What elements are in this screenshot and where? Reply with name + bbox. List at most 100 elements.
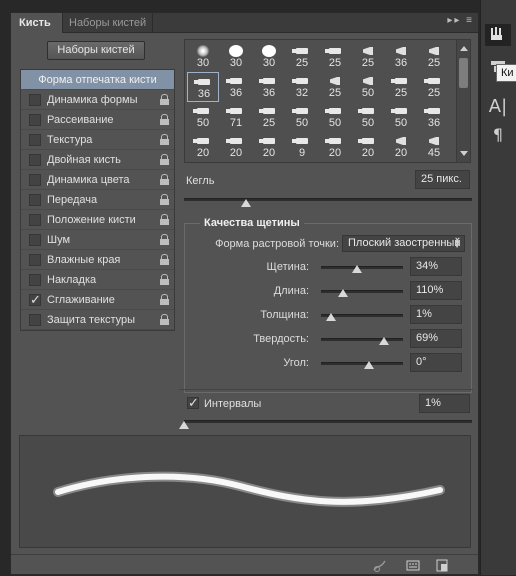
scroll-up-icon[interactable] — [460, 46, 468, 51]
lock-icon[interactable] — [159, 274, 170, 286]
scroll-down-icon[interactable] — [460, 151, 468, 156]
lock-icon[interactable] — [159, 254, 170, 266]
brush-tip[interactable]: 9 — [286, 132, 318, 162]
grid-icon[interactable] — [406, 559, 420, 572]
option-checkbox[interactable] — [29, 274, 41, 286]
brush-tip[interactable]: 25 — [319, 72, 351, 102]
brush-tip[interactable]: 50 — [385, 102, 417, 132]
brush-tip[interactable]: 36 — [187, 72, 219, 102]
tips-scrollbar[interactable] — [456, 40, 470, 162]
bristle-param-slider-thumb[interactable] — [364, 361, 374, 369]
option-checkbox[interactable] — [29, 234, 41, 246]
paragraph-panel-icon[interactable]: ¶ — [485, 124, 511, 146]
option-checkbox[interactable] — [29, 174, 41, 186]
bristle-param-slider[interactable] — [321, 266, 403, 269]
option-item[interactable]: Рассеивание — [21, 110, 174, 130]
option-item[interactable]: Сглаживание — [21, 290, 174, 310]
panel-menu-icon[interactable]: ▸▸ ≡ — [447, 15, 474, 26]
brush-panel-icon[interactable] — [485, 24, 511, 46]
option-checkbox[interactable] — [29, 214, 41, 226]
scroll-thumb[interactable] — [459, 58, 468, 88]
brush-tip[interactable]: 30 — [220, 42, 252, 72]
option-item[interactable]: Накладка — [21, 270, 174, 290]
brush-tip[interactable]: 36 — [385, 42, 417, 72]
brush-tip[interactable]: 20 — [385, 132, 417, 162]
bristle-param-slider[interactable] — [321, 362, 403, 365]
brush-tip[interactable]: 25 — [385, 72, 417, 102]
brush-tip[interactable]: 20 — [187, 132, 219, 162]
brush-tip[interactable]: 20 — [220, 132, 252, 162]
option-checkbox[interactable] — [29, 154, 41, 166]
tab-brush-presets[interactable]: Наборы кистей — [63, 13, 153, 33]
bristle-param-slider-thumb[interactable] — [379, 337, 389, 345]
lock-icon[interactable] — [159, 154, 170, 166]
brush-tip[interactable]: 50 — [187, 102, 219, 132]
brush-tip[interactable]: 71 — [220, 102, 252, 132]
tab-brush[interactable]: Кисть — [11, 13, 63, 33]
brush-tip[interactable]: 32 — [286, 72, 318, 102]
brush-tip[interactable]: 36 — [418, 102, 450, 132]
brush-tip[interactable]: 50 — [286, 102, 318, 132]
bristle-param-field[interactable]: 0° — [410, 353, 462, 372]
option-checkbox[interactable] — [29, 292, 41, 308]
lock-icon[interactable] — [159, 134, 170, 146]
intervals-slider-thumb[interactable] — [179, 421, 189, 429]
character-panel-icon[interactable]: A| — [485, 96, 511, 118]
lock-icon[interactable] — [159, 174, 170, 186]
bristle-param-field[interactable]: 34% — [410, 257, 462, 276]
option-checkbox[interactable] — [29, 94, 41, 106]
bristle-param-field[interactable]: 110% — [410, 281, 462, 300]
option-item[interactable]: Динамика формы — [21, 90, 174, 110]
brush-tip[interactable]: 30 — [187, 42, 219, 72]
bristle-param-slider[interactable] — [321, 290, 403, 293]
size-slider[interactable] — [184, 198, 472, 201]
size-field[interactable]: 25 пикс. — [415, 170, 470, 189]
brush-tip[interactable]: 25 — [418, 72, 450, 102]
brush-tip[interactable]: 25 — [286, 42, 318, 72]
brush-tip[interactable]: 25 — [319, 42, 351, 72]
bristle-param-slider-thumb[interactable] — [326, 313, 336, 321]
raster-tip-select[interactable]: Плоский заостренный ▲ ▼ — [342, 235, 465, 252]
brush-tip[interactable]: 20 — [319, 132, 351, 162]
intervals-field[interactable]: 1% — [419, 394, 470, 413]
option-item[interactable]: Динамика цвета — [21, 170, 174, 190]
option-item[interactable]: Защита текстуры — [21, 310, 174, 330]
brush-tip[interactable]: 50 — [352, 72, 384, 102]
toggle-bristle-preview-icon[interactable] — [373, 559, 387, 572]
brush-tip[interactable]: 30 — [253, 42, 285, 72]
option-item[interactable]: Текстура — [21, 130, 174, 150]
brush-tip[interactable]: 25 — [418, 42, 450, 72]
bristle-param-field[interactable]: 1% — [410, 305, 462, 324]
option-checkbox[interactable] — [29, 194, 41, 206]
brush-tip[interactable]: 50 — [319, 102, 351, 132]
bristle-param-slider-thumb[interactable] — [352, 265, 362, 273]
lock-icon[interactable] — [159, 214, 170, 226]
lock-icon[interactable] — [159, 234, 170, 246]
bristle-param-slider[interactable] — [321, 338, 403, 341]
option-item[interactable]: Положение кисти — [21, 210, 174, 230]
lock-icon[interactable] — [159, 114, 170, 126]
option-item[interactable]: Передача — [21, 190, 174, 210]
brush-tip[interactable]: 45 — [418, 132, 450, 162]
brush-tip[interactable]: 25 — [253, 102, 285, 132]
option-checkbox[interactable] — [29, 314, 41, 326]
intervals-checkbox[interactable] — [187, 395, 199, 411]
option-item[interactable]: Шум — [21, 230, 174, 250]
intervals-slider[interactable] — [184, 420, 472, 423]
lock-icon[interactable] — [159, 294, 170, 306]
brush-tip[interactable]: 25 — [352, 42, 384, 72]
brush-tip[interactable]: 20 — [253, 132, 285, 162]
size-slider-thumb[interactable] — [241, 199, 251, 207]
lock-icon[interactable] — [159, 94, 170, 106]
brush-tip[interactable]: 36 — [220, 72, 252, 102]
option-checkbox[interactable] — [29, 114, 41, 126]
brush-tip[interactable]: 20 — [352, 132, 384, 162]
brush-tip[interactable]: 50 — [352, 102, 384, 132]
lock-icon[interactable] — [159, 194, 170, 206]
option-brush-tip-shape[interactable]: Форма отпечатка кисти — [21, 70, 174, 90]
brush-presets-button[interactable]: Наборы кистей — [47, 41, 145, 60]
bristle-param-field[interactable]: 69% — [410, 329, 462, 348]
new-preset-icon[interactable] — [435, 559, 449, 572]
option-item[interactable]: Двойная кисть — [21, 150, 174, 170]
option-item[interactable]: Влажные края — [21, 250, 174, 270]
